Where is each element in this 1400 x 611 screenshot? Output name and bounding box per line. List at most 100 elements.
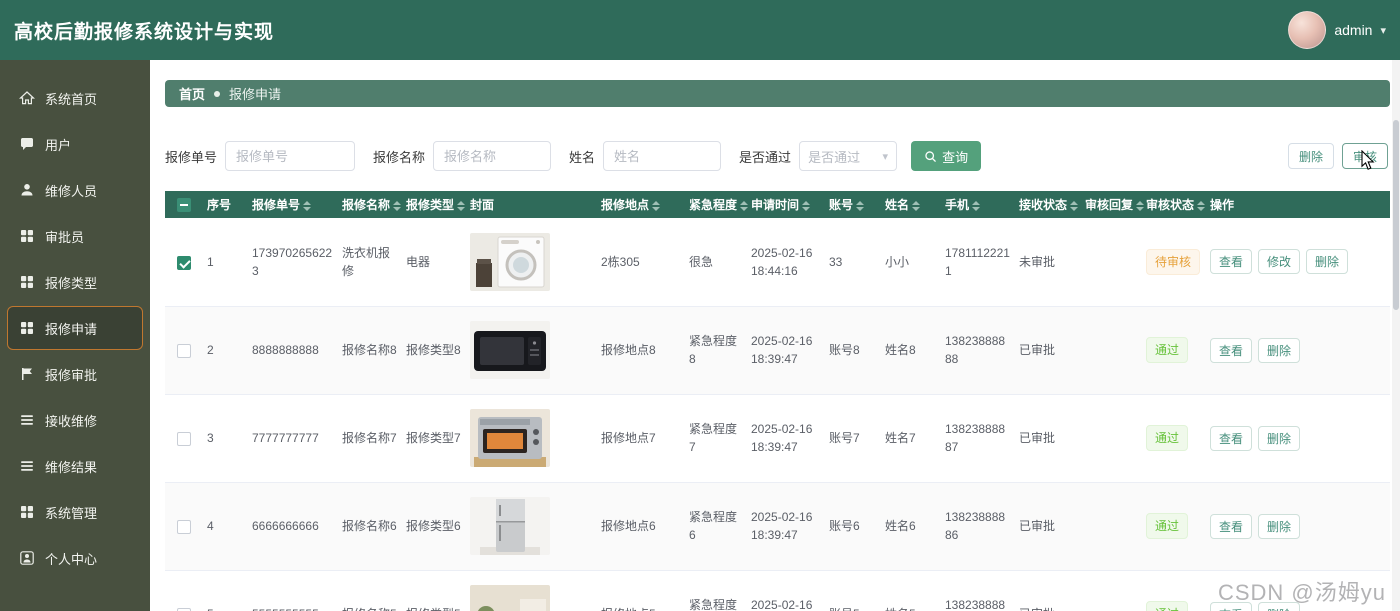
scrollbar-thumb[interactable]: [1393, 120, 1399, 310]
sort-caret-icon[interactable]: [912, 200, 921, 211]
sidebar-item-grid-active[interactable]: 报修申请: [7, 306, 143, 350]
flag-icon: [19, 366, 35, 382]
view-button[interactable]: 查看: [1210, 249, 1253, 275]
repair-name-input[interactable]: [433, 141, 552, 171]
sort-caret-icon[interactable]: [856, 200, 865, 211]
delete-button[interactable]: 删除: [1287, 143, 1334, 169]
breadcrumb: 首页 报修申请: [165, 80, 1390, 107]
order-no-input[interactable]: [225, 141, 356, 171]
column-header[interactable]: 报修单号: [248, 191, 338, 218]
column-header[interactable]: 紧急程度: [685, 191, 749, 218]
cell-index: 5: [203, 570, 248, 611]
delete-row-button[interactable]: 删除: [1258, 337, 1301, 363]
cell-actions: 查看删除: [1206, 306, 1390, 395]
table-row: 4 6666666666 报修名称6 报修类型6 报修地点6 紧急程度6 2025-02-1…: [165, 482, 1390, 571]
scrollbar[interactable]: [1392, 60, 1400, 611]
cell-urgency: 紧急程度5: [685, 570, 747, 611]
column-header[interactable]: 手机: [941, 191, 1015, 218]
cell-time: 2025-02-16 18:44:16: [747, 218, 825, 307]
audit-button[interactable]: 审核: [1341, 143, 1388, 169]
is-pass-select[interactable]: 是否通过 ▾: [799, 141, 898, 171]
cell-audit-status: 待审核: [1142, 218, 1206, 307]
avatar[interactable]: [1288, 11, 1327, 49]
column-header[interactable]: 姓名: [881, 191, 941, 218]
sort-caret-icon[interactable]: [802, 200, 811, 211]
audit-status-badge: 通过: [1146, 513, 1189, 539]
column-header[interactable]: 账号: [825, 191, 881, 218]
cell-cover: [466, 394, 597, 483]
column-header-label: 审核回复: [1085, 198, 1134, 212]
column-header[interactable]: 接收状态: [1015, 191, 1081, 218]
watermark: CSDN @汤姆yu: [1217, 580, 1386, 605]
column-header-label: 姓名: [885, 198, 910, 212]
column-header-label: 申请时间: [751, 198, 800, 212]
delete-row-button[interactable]: 删除: [1306, 249, 1349, 275]
cell-account: 账号5: [825, 570, 881, 611]
sidebar-item-grid-default[interactable]: 系统管理: [7, 490, 143, 534]
delete-row-button[interactable]: 删除: [1258, 425, 1301, 451]
is-pass-select-placeholder: 是否通过: [808, 149, 861, 165]
view-button[interactable]: 查看: [1210, 425, 1253, 451]
cell-repair-type: 报修类型5: [402, 570, 466, 611]
sort-caret-icon[interactable]: [972, 200, 981, 211]
column-header[interactable]: 审核回复: [1081, 191, 1145, 218]
toolbar: 删除 审核: [1287, 143, 1388, 169]
cell-location: 报修地点5: [597, 570, 685, 611]
sort-caret-icon[interactable]: [457, 200, 466, 211]
sidebar-item-flag-default[interactable]: 报修审批: [7, 352, 143, 396]
sidebar-item-person-default[interactable]: 个人中心: [7, 536, 143, 580]
row-checkbox[interactable]: [177, 255, 191, 270]
sidebar-item-grid-default[interactable]: 审批员: [7, 214, 143, 258]
sidebar-item-list-default[interactable]: 接收维修: [7, 398, 143, 442]
column-header[interactable]: 报修类型: [402, 191, 466, 218]
app-window: 高校后勤报修系统设计与实现 admin ▾ 系统首页 用户 维修人员 审批员 报修类型报…: [0, 0, 1400, 611]
cell-account: 账号6: [825, 482, 881, 571]
row-checkbox[interactable]: [177, 343, 191, 358]
row-checkbox[interactable]: [177, 519, 191, 534]
sort-caret-icon[interactable]: [1197, 200, 1206, 211]
cell-repair-type: 报修类型7: [402, 394, 466, 483]
sort-caret-icon[interactable]: [1136, 200, 1145, 211]
sort-caret-icon[interactable]: [652, 200, 661, 211]
sidebar-item-label: 维修人员: [45, 183, 98, 199]
sidebar-item-grid-default[interactable]: 报修类型: [7, 260, 143, 304]
breadcrumb-separator-icon: [214, 90, 221, 97]
column-header-label: 操作: [1210, 198, 1235, 212]
column-header[interactable]: 报修地点: [597, 191, 685, 218]
sidebar-item-user-default[interactable]: 维修人员: [7, 168, 143, 212]
cell-time: 2025-02-16 18:39:47: [747, 570, 825, 611]
column-header-label: 账号: [829, 198, 854, 212]
sort-caret-icon[interactable]: [393, 200, 402, 211]
column-header-label: 接收状态: [1019, 198, 1068, 212]
chevron-down-icon: ▾: [882, 150, 889, 163]
delete-row-button[interactable]: 删除: [1258, 513, 1301, 539]
app-title: 高校后勤报修系统设计与实现: [14, 21, 275, 43]
search-button[interactable]: 查询: [911, 141, 982, 171]
sort-caret-icon[interactable]: [1070, 200, 1079, 211]
cell-location: 报修地点6: [597, 482, 685, 571]
cell-phone: 13823888888: [941, 306, 1015, 395]
column-header-label: 报修地点: [601, 198, 650, 212]
person-name-input[interactable]: [603, 141, 722, 171]
row-checkbox[interactable]: [177, 431, 191, 446]
user-menu[interactable]: admin ▾: [1288, 11, 1386, 49]
sort-caret-icon[interactable]: [740, 200, 749, 211]
cell-receive-status: 未审批: [1015, 218, 1081, 307]
sidebar-item-home-default[interactable]: 系统首页: [7, 76, 143, 120]
sidebar-item-list-default[interactable]: 维修结果: [7, 444, 143, 488]
column-header[interactable]: 申请时间: [747, 191, 825, 218]
select-all-checkbox[interactable]: [177, 197, 191, 212]
column-header-label: 手机: [945, 198, 970, 212]
view-button[interactable]: 查看: [1210, 513, 1253, 539]
sidebar-item-chat-default[interactable]: 用户: [7, 122, 143, 166]
edit-button[interactable]: 修改: [1258, 249, 1301, 275]
cell-actions: 查看 修改 删除: [1206, 218, 1390, 307]
column-header[interactable]: 审核状态: [1142, 191, 1206, 218]
view-button[interactable]: 查看: [1210, 337, 1253, 363]
cell-order-no: 8888888888: [248, 306, 338, 395]
breadcrumb-home[interactable]: 首页: [179, 84, 205, 103]
cell-order-no: 6666666666: [248, 482, 338, 571]
sort-caret-icon[interactable]: [303, 200, 312, 211]
cell-cover: [466, 482, 597, 571]
column-header[interactable]: 报修名称: [338, 191, 402, 218]
